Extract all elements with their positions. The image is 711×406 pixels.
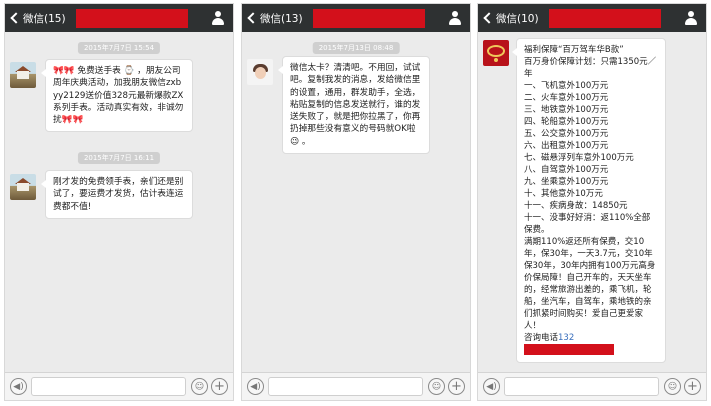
back-label: 微信(15) [23, 12, 66, 25]
input-bar: ◀) ☺ + [478, 372, 706, 400]
person-icon[interactable] [211, 11, 225, 25]
plus-icon[interactable]: + [448, 378, 465, 395]
person-icon[interactable] [448, 11, 462, 25]
chevron-left-icon [483, 12, 495, 24]
back-label: 微信(10) [496, 12, 539, 25]
chevron-left-icon [10, 12, 22, 24]
redacted-contact-name [313, 9, 425, 28]
avatar[interactable] [483, 40, 509, 66]
emoji-icon[interactable]: ☺ [664, 378, 681, 395]
contact-label: 咨询电话 [524, 333, 559, 343]
avatar[interactable] [247, 59, 273, 85]
top-bar: 微信(13) [242, 4, 470, 32]
chat-screen-1: 微信(15) 2015年7月7日 15:54 🎀🎀 免费送手表 ⌚ ，朋友公司周… [4, 3, 234, 401]
chat-screen-3: 微信(10) 福利保障“百万驾车华B款” 百万身价保障计划：只需1350元／年 … [477, 3, 707, 401]
plus-icon[interactable]: + [684, 378, 701, 395]
message-bubble: 微信太卡？清清吧。不用回，试试吧。复制我发的消息，发给微信里的设置，通用，群发助… [278, 56, 430, 155]
timestamp: 2015年7月7日 16:11 [77, 152, 161, 164]
avatar[interactable] [10, 174, 36, 200]
message-bubble: 🎀🎀 免费送手表 ⌚ ，朋友公司周年庆典活动，加我朋友微信zxbyy2129送价… [41, 59, 193, 133]
top-bar: 微信(10) [478, 4, 706, 32]
message-text: 福利保障“百万驾车华B款” 百万身价保障计划：只需1350元／年 一、飞机意外1… [524, 45, 657, 331]
message-input[interactable] [268, 377, 423, 396]
back-button[interactable]: 微信(10) [480, 8, 539, 28]
voice-icon[interactable]: ◀) [247, 378, 264, 395]
message-input[interactable] [504, 377, 659, 396]
plus-icon[interactable]: + [211, 378, 228, 395]
chat-screen-2: 微信(13) 2015年7月13日 08:48 微信太卡？清清吧。不用回，试试吧… [241, 3, 471, 401]
voice-icon[interactable]: ◀) [10, 378, 27, 395]
message-input[interactable] [31, 377, 186, 396]
emoji-icon[interactable]: ☺ [191, 378, 208, 395]
voice-icon[interactable]: ◀) [483, 378, 500, 395]
input-bar: ◀) ☺ + [242, 372, 470, 400]
timestamp: 2015年7月7日 15:54 [77, 42, 161, 54]
phone-number[interactable]: 132 [558, 333, 574, 343]
back-label: 微信(13) [260, 12, 303, 25]
chevron-left-icon [247, 12, 259, 24]
back-button[interactable]: 微信(13) [244, 8, 303, 28]
avatar[interactable] [10, 62, 36, 88]
emoji-icon[interactable]: ☺ [428, 378, 445, 395]
redacted-phone-number [524, 344, 614, 355]
redacted-contact-name [76, 9, 188, 28]
back-button[interactable]: 微信(15) [7, 8, 66, 28]
top-bar: 微信(15) [5, 4, 233, 32]
message-bubble: 福利保障“百万驾车华B款” 百万身价保障计划：只需1350元／年 一、飞机意外1… [512, 38, 666, 363]
timestamp: 2015年7月13日 08:48 [312, 42, 400, 54]
contact-line: 咨询电话132 [524, 333, 614, 356]
person-icon[interactable] [684, 11, 698, 25]
message-bubble: 刚才发的免费领手表，亲们还是别试了，要运费才发货，估计表连运费都不值! [41, 170, 193, 219]
input-bar: ◀) ☺ + [5, 372, 233, 400]
redacted-contact-name [549, 9, 661, 28]
